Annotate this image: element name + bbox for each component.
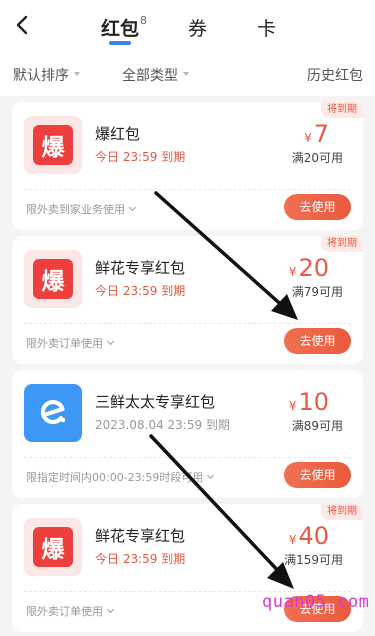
filter-bar: 默认排序 全部类型 历史红包 <box>0 52 375 96</box>
coupon-title: 鲜花专享红包 <box>95 527 186 545</box>
dashed-divider <box>24 189 351 190</box>
active-tab-indicator <box>109 41 131 45</box>
tab-coupon[interactable]: 券 <box>188 14 207 41</box>
coupon-expiry: 今日 23:59 到期 <box>95 150 186 164</box>
amount-value: 20 <box>298 254 329 282</box>
amount-value: 7 <box>313 120 329 148</box>
tab-card[interactable]: 卡 <box>257 14 276 41</box>
expiring-badge: 将到期 <box>321 504 363 520</box>
usage-limit-toggle[interactable]: 限指定时间内00:00-23:59时段可用 <box>26 469 215 485</box>
coupon-condition: 满79可用 <box>291 285 343 299</box>
coupon-amount: ¥10 <box>289 388 329 416</box>
currency-symbol: ¥ <box>304 131 312 145</box>
bao-logo-icon: 爆 <box>24 250 82 308</box>
coupon-condition: 满89可用 <box>291 419 343 433</box>
sort-label: 默认排序 <box>13 68 69 84</box>
coupon-title: 三鲜太太专享红包 <box>95 393 216 411</box>
expiring-badge: 将到期 <box>321 102 363 118</box>
chevron-down-icon <box>207 471 215 480</box>
usage-limit-text: 限指定时间内00:00-23:59时段可用 <box>26 471 204 484</box>
bao-logo-text: 爆 <box>33 259 73 299</box>
coupon-expiry: 今日 23:59 到期 <box>95 552 186 566</box>
eleme-e-icon <box>40 399 66 425</box>
caret-down-icon <box>74 72 80 76</box>
watermark-text: quan05.com <box>262 592 370 612</box>
sort-dropdown[interactable]: 默认排序 <box>13 65 80 85</box>
chevron-down-icon <box>128 203 137 212</box>
caret-down-icon <box>183 72 189 76</box>
chevron-down-icon <box>106 605 115 614</box>
coupon-title: 爆红包 <box>95 125 141 143</box>
bao-logo-text: 爆 <box>33 527 73 567</box>
usage-limit-toggle[interactable]: 限外卖到家业务使用 <box>26 201 137 217</box>
coupon-expiry: 2023.08.04 23:59 到期 <box>95 418 230 432</box>
coupon-amount: ¥20 <box>289 254 329 282</box>
back-icon[interactable] <box>12 14 34 36</box>
coupon-card: 三鲜太太专享红包 2023.08.04 23:59 到期 ¥10 满89可用 限… <box>12 370 363 498</box>
coupon-condition: 满20可用 <box>291 151 343 165</box>
usage-limit-toggle[interactable]: 限外卖订单使用 <box>26 603 115 619</box>
eleme-logo-icon <box>24 384 82 442</box>
coupon-card: 将到期 爆 爆红包 今日 23:59 到期 ¥7 满20可用 限外卖到家业务使用… <box>12 102 363 230</box>
coupon-expiry: 今日 23:59 到期 <box>95 284 186 298</box>
amount-value: 10 <box>298 388 329 416</box>
expiring-badge: 将到期 <box>321 236 363 252</box>
amount-value: 40 <box>298 522 329 550</box>
coupon-card: 将到期 爆 鲜花专享红包 今日 23:59 到期 ¥20 满79可用 限外卖订单… <box>12 236 363 364</box>
top-bar: 红包 8 券 卡 <box>0 0 375 52</box>
coupon-amount: ¥7 <box>304 120 329 148</box>
usage-limit-text: 限外卖到家业务使用 <box>26 203 125 216</box>
chevron-down-icon <box>106 337 115 346</box>
tab-red-packet[interactable]: 红包 <box>101 14 139 41</box>
dashed-divider <box>24 323 351 324</box>
usage-limit-toggle[interactable]: 限外卖订单使用 <box>26 335 115 351</box>
coupon-condition: 满159可用 <box>284 553 343 567</box>
currency-symbol: ¥ <box>288 265 297 279</box>
type-label: 全部类型 <box>122 68 178 84</box>
bao-logo-icon: 爆 <box>24 518 82 576</box>
history-link[interactable]: 历史红包 <box>307 65 363 85</box>
usage-limit-text: 限外卖订单使用 <box>26 337 103 350</box>
dashed-divider <box>24 457 351 458</box>
type-dropdown[interactable]: 全部类型 <box>122 65 189 85</box>
coupon-card: 将到期 爆 鲜花专享红包 今日 23:59 到期 ¥40 满159可用 限外卖订… <box>12 504 363 632</box>
coupon-title: 鲜花专享红包 <box>95 259 186 277</box>
bao-logo-icon: 爆 <box>24 116 82 174</box>
coupon-amount: ¥40 <box>289 522 329 550</box>
tab-red-packet-count: 8 <box>140 14 147 27</box>
usage-limit-text: 限外卖订单使用 <box>26 605 103 618</box>
use-button[interactable]: 去使用 <box>284 462 351 488</box>
bao-logo-text: 爆 <box>33 125 73 165</box>
use-button[interactable]: 去使用 <box>284 328 351 354</box>
use-button[interactable]: 去使用 <box>284 194 351 220</box>
currency-symbol: ¥ <box>288 399 297 413</box>
currency-symbol: ¥ <box>288 533 297 547</box>
